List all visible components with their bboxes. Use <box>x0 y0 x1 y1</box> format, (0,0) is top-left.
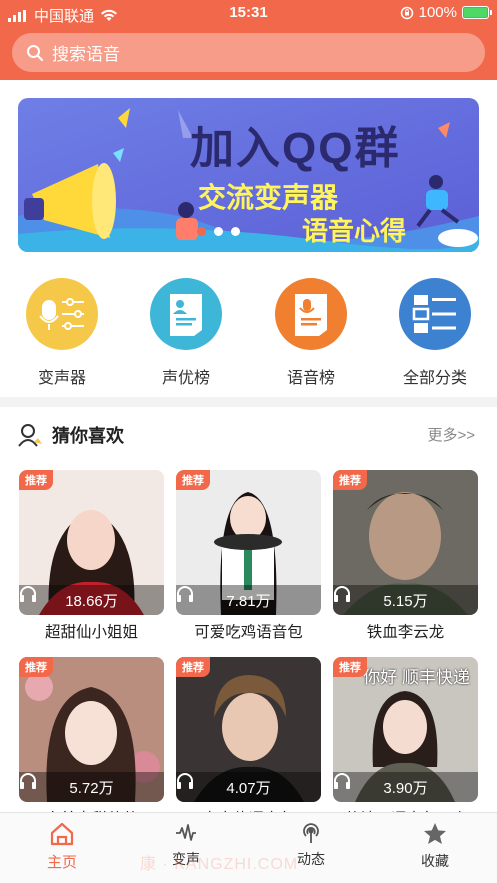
play-count-value: 5.72万 <box>69 779 114 797</box>
banner-subtitle: 交流变声器 <box>198 182 339 213</box>
home-icon <box>50 822 74 846</box>
section-divider <box>0 397 497 407</box>
banner-title: 加入QQ群 <box>190 124 401 173</box>
play-count: 5.72万 <box>19 772 164 802</box>
card-thumbnail: 推荐 7.81万 <box>176 470 321 615</box>
play-count: 5.15万 <box>333 585 478 615</box>
carousel-dot[interactable] <box>197 227 206 236</box>
play-count-value: 18.66万 <box>65 592 118 610</box>
recommend-tag: 推荐 <box>333 657 367 677</box>
waveform-icon <box>176 824 196 841</box>
more-link[interactable]: 更多>> <box>427 424 475 445</box>
recommend-tag: 推荐 <box>19 657 53 677</box>
battery-icon <box>462 6 492 19</box>
orientation-lock-icon <box>400 6 413 19</box>
category-label: 全部分类 <box>402 370 467 387</box>
headphones-icon <box>334 586 350 602</box>
status-bar: 中国联通 15:31 100% <box>0 0 497 26</box>
search-bar[interactable]: 搜索语音 <box>12 33 485 72</box>
category-voice-changer[interactable]: 变声器 <box>12 278 112 388</box>
status-right: 100% <box>400 4 492 21</box>
card-thumbnail: 推荐 5.72万 <box>19 657 164 802</box>
card-title: 超甜仙小姐姐 <box>44 624 138 641</box>
recommend-tag: 推荐 <box>176 657 210 677</box>
carousel-dots[interactable] <box>18 227 479 236</box>
headphones-icon <box>20 773 36 789</box>
broadcast-icon <box>303 823 319 843</box>
category-label: 语音榜 <box>286 370 335 387</box>
thumbnail-caption: 你好 顺丰快递 <box>363 668 470 687</box>
recommend-tag: 推荐 <box>333 470 367 490</box>
promo-banner[interactable]: 加入QQ群 交流变声器 语音心得 <box>18 98 479 252</box>
voice-card[interactable]: 推荐 4.07万 卢本伟语音包 <box>176 657 321 829</box>
tab-label: 收藏 <box>421 853 449 869</box>
tab-label: 主页 <box>46 854 77 871</box>
card-title: 可爱吃鸡语音包 <box>194 624 303 641</box>
app-header: 中国联通 15:31 100% 搜索语音 <box>0 0 497 80</box>
play-count-value: 4.07万 <box>226 779 271 797</box>
card-thumbnail: 推荐 18.66万 <box>19 470 164 615</box>
play-count-value: 5.15万 <box>383 592 428 610</box>
search-icon <box>27 44 44 61</box>
headphones-icon <box>177 586 193 602</box>
section-title: 猜你喜欢 <box>52 426 124 446</box>
battery-percent: 100% <box>418 4 457 21</box>
category-grid: 变声器 声优榜 语音榜 全部分类 <box>0 278 497 388</box>
headphones-icon <box>177 773 193 789</box>
list-grid-icon <box>399 278 471 350</box>
star-icon <box>424 823 446 844</box>
profile-document-icon <box>150 278 222 350</box>
voice-card[interactable]: 你好 顺丰快递 推荐 3.90万 萌妹子语音包 · 吃 <box>333 657 478 829</box>
tab-favorites[interactable]: 收藏 <box>385 821 485 871</box>
voice-card[interactable]: 推荐 7.81万 可爱吃鸡语音包 <box>176 470 321 642</box>
microphone-sliders-icon <box>26 278 98 350</box>
voice-card[interactable]: 推荐 5.15万 铁血李云龙 <box>333 470 478 642</box>
category-label: 声优榜 <box>161 370 210 387</box>
recommend-tag: 推荐 <box>176 470 210 490</box>
section-header: 猜你喜欢 更多>> <box>18 420 479 448</box>
user-guess-icon <box>18 424 42 447</box>
carousel-dot[interactable] <box>231 227 240 236</box>
play-count: 18.66万 <box>19 585 164 615</box>
category-voice-actor-chart[interactable]: 声优榜 <box>136 278 236 388</box>
headphones-icon <box>20 586 36 602</box>
mic-document-icon <box>275 278 347 350</box>
watermark: 康 · KANGZHI.COM <box>140 856 299 873</box>
card-thumbnail: 推荐 4.07万 <box>176 657 321 802</box>
recommend-tag: 推荐 <box>19 470 53 490</box>
headphones-icon <box>334 773 350 789</box>
card-title: 铁血李云龙 <box>366 624 445 641</box>
play-count-value: 3.90万 <box>383 779 428 797</box>
play-count: 7.81万 <box>176 585 321 615</box>
card-thumbnail: 你好 顺丰快递 推荐 3.90万 <box>333 657 478 802</box>
tab-home[interactable]: 主页 <box>12 821 112 872</box>
search-placeholder: 搜索语音 <box>52 45 120 64</box>
card-thumbnail: 推荐 5.15万 <box>333 470 478 615</box>
category-voice-chart[interactable]: 语音榜 <box>261 278 361 388</box>
category-all[interactable]: 全部分类 <box>385 278 485 388</box>
play-count-value: 7.81万 <box>226 592 271 610</box>
tab-label: 动态 <box>297 851 325 867</box>
category-label: 变声器 <box>37 370 86 387</box>
carousel-dot[interactable] <box>214 227 223 236</box>
play-count: 4.07万 <box>176 772 321 802</box>
voice-card[interactable]: 推荐 5.72万 人美声甜萌萌 <box>19 657 164 829</box>
voice-card[interactable]: 推荐 18.66万 超甜仙小姐姐 <box>19 470 164 642</box>
play-count: 3.90万 <box>333 772 478 802</box>
